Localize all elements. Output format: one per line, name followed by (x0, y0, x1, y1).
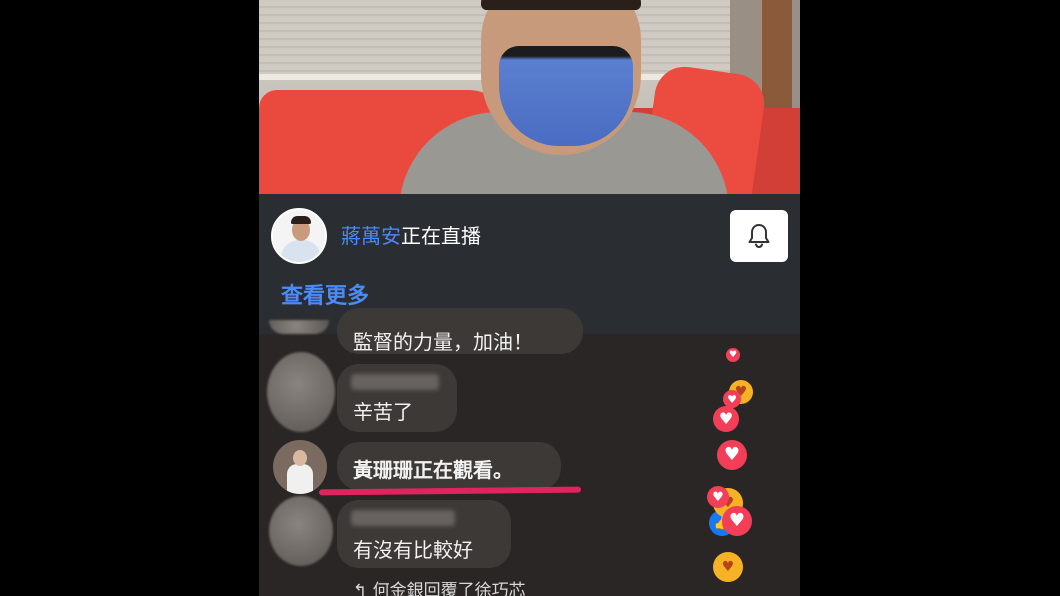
commenter-avatar[interactable] (269, 320, 329, 334)
avatar-hair (291, 216, 311, 224)
comment-feed: 監督的力量，加油！ 辛苦了 黃珊珊正在觀看。 有沒有比較好 ↰ 何金銀回覆了徐巧… (259, 308, 800, 596)
live-status-line: 蔣萬安正在直播 (341, 220, 481, 249)
avatar-shirt (281, 240, 321, 262)
comment-text: 有沒有比較好 (353, 538, 473, 562)
see-more-link[interactable]: 查看更多 (281, 278, 369, 310)
commenter-name-blurred (351, 374, 439, 390)
viewer-avatar[interactable] (273, 440, 327, 494)
streamer-hair (481, 0, 641, 10)
reply-arrow-icon: ↰ (353, 581, 373, 596)
host-name-link[interactable]: 蔣萬安 (341, 224, 401, 248)
live-status-text: 正在直播 (401, 224, 481, 248)
reply-preview-text: 何金銀回覆了徐巧芯 (372, 581, 526, 596)
heart-reaction-icon: ♥ (707, 486, 729, 508)
viewer-joined-bubble[interactable]: 黃珊珊正在觀看。 (337, 442, 561, 490)
heart-reaction-icon: ♥ (726, 348, 740, 362)
care-reaction-icon: ♥ (713, 552, 743, 582)
heart-reaction-icon: ♥ (717, 440, 747, 470)
heart-reaction-icon: ♥ (713, 406, 739, 432)
viewer-avatar-face (293, 450, 307, 466)
commenter-avatar[interactable] (269, 496, 333, 566)
comment-bubble[interactable]: 有沒有比較好 (337, 500, 511, 568)
comment-bubble[interactable]: 辛苦了 (337, 364, 457, 432)
live-stream-view: 蔣萬安正在直播 查看更多 監督的力量，加油！ 辛苦了 黃珊珊正在觀看。 有沒有比… (259, 0, 800, 596)
comment-text: 辛苦了 (353, 400, 413, 424)
notification-bell-button[interactable] (730, 210, 788, 262)
heart-reaction-icon: ♥ (722, 506, 752, 536)
host-avatar[interactable] (271, 208, 327, 264)
bell-icon (748, 224, 770, 249)
door (762, 0, 792, 120)
comment-text: 監督的力量，加油！ (353, 330, 533, 354)
live-video[interactable] (259, 0, 800, 194)
comment-bubble-partial[interactable]: 監督的力量，加油！ (337, 308, 583, 354)
commenter-name-blurred (351, 510, 455, 526)
reply-preview[interactable]: ↰ 何金銀回覆了徐巧芯 (353, 576, 526, 596)
viewer-joined-text: 黃珊珊正在觀看。 (353, 458, 513, 482)
viewer-avatar-body (287, 464, 313, 494)
commenter-avatar[interactable] (267, 352, 335, 432)
